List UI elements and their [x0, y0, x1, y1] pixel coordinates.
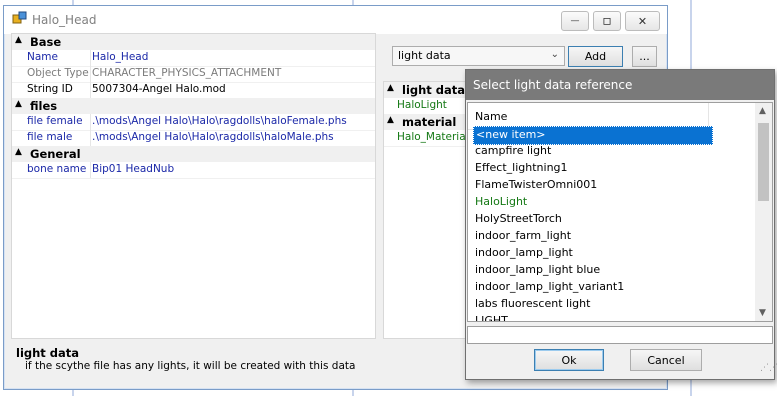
- reference-item[interactable]: Halo_Material: [397, 131, 469, 143]
- minimize-icon: —: [570, 16, 580, 26]
- description-text: if the scythe file has any lights, it wi…: [25, 360, 356, 372]
- chevron-down-icon: ⌄: [550, 49, 559, 60]
- list-item[interactable]: indoor_lamp_light_variant1: [473, 279, 711, 296]
- property-key: Object Type: [25, 66, 91, 82]
- list-item[interactable]: indoor_lamp_light: [473, 245, 711, 262]
- collapse-icon[interactable]: ▲: [387, 115, 394, 125]
- category-base[interactable]: ▲ Base: [12, 34, 375, 50]
- scroll-up-icon[interactable]: ▲: [759, 106, 766, 116]
- list-scrollbar[interactable]: ▲ ▼: [755, 103, 772, 321]
- property-key: bone name: [25, 162, 91, 178]
- reference-row[interactable]: HaloLight: [384, 98, 467, 115]
- property-key: String ID: [25, 82, 91, 98]
- scroll-down-icon[interactable]: ▼: [759, 308, 766, 318]
- property-row[interactable]: String ID 5007304-Angel Halo.mod: [12, 82, 375, 99]
- category-general[interactable]: ▲ General: [12, 146, 375, 162]
- property-value[interactable]: 5007304-Angel Halo.mod: [90, 82, 377, 98]
- description-title: light data: [16, 346, 80, 360]
- property-row[interactable]: Name Halo_Head: [12, 50, 375, 67]
- list-item[interactable]: LIGHT: [473, 313, 711, 321]
- list-item[interactable]: FlameTwisterOmni001: [473, 177, 711, 194]
- property-row[interactable]: file male .\mods\Angel Halo\Halo\ragdoll…: [12, 130, 375, 147]
- description-panel: light data if the scythe file has any li…: [11, 342, 376, 382]
- app-icon: [12, 11, 28, 27]
- property-key: Name: [25, 50, 91, 66]
- property-row[interactable]: bone name Bip01 HeadNub: [12, 162, 375, 179]
- window-title: Halo_Head: [32, 13, 97, 27]
- close-button[interactable]: ✕: [625, 11, 660, 31]
- reference-row[interactable]: Halo_Material: [384, 130, 469, 147]
- list-item[interactable]: labs fluorescent light: [473, 296, 711, 313]
- dialog-title: Select light data reference: [466, 70, 774, 100]
- list-item[interactable]: indoor_lamp_light blue: [473, 262, 711, 279]
- list-item[interactable]: campfire light: [473, 143, 711, 160]
- property-key: file female: [25, 114, 91, 130]
- property-value: CHARACTER_PHYSICS_ATTACHMENT: [92, 67, 282, 79]
- category-material[interactable]: ▲ material: [384, 114, 467, 130]
- reference-item[interactable]: HaloLight: [397, 99, 447, 111]
- property-row[interactable]: Object Type CHARACTER_PHYSICS_ATTACHMENT: [12, 66, 375, 83]
- property-value[interactable]: .\mods\Angel Halo\Halo\ragdolls\haloMale…: [90, 130, 377, 146]
- list-item[interactable]: Effect_lightning1: [473, 160, 711, 177]
- column-header-name: Name: [475, 110, 508, 123]
- restore-button[interactable]: ▫: [593, 11, 621, 31]
- scrollbar-thumb[interactable]: [758, 123, 769, 201]
- resize-grip-icon[interactable]: ⋰⋰: [760, 364, 777, 377]
- ok-button[interactable]: Ok: [534, 349, 604, 371]
- property-value[interactable]: Bip01 HeadNub: [90, 162, 377, 178]
- list-item[interactable]: HolyStreetTorch: [473, 211, 711, 228]
- reference-list[interactable]: Name <new item> campfire light Effect_li…: [467, 102, 773, 322]
- category-files[interactable]: ▲ files: [12, 98, 375, 114]
- minimize-button[interactable]: —: [561, 11, 589, 31]
- close-icon: ✕: [637, 14, 648, 28]
- restore-icon: ▫: [602, 13, 612, 29]
- search-input[interactable]: [467, 326, 773, 344]
- collapse-icon[interactable]: ▲: [387, 83, 394, 93]
- collapse-icon[interactable]: ▲: [15, 147, 22, 157]
- cancel-button[interactable]: Cancel: [630, 349, 702, 371]
- more-button[interactable]: ...: [632, 46, 657, 67]
- property-value[interactable]: Halo_Head: [90, 50, 377, 66]
- property-grid[interactable]: ▲ Base Name Halo_Head Object Type CHARAC…: [11, 33, 376, 339]
- combo-value: light data: [398, 49, 451, 62]
- property-row[interactable]: file female .\mods\Angel Halo\Halo\ragdo…: [12, 114, 375, 131]
- property-value[interactable]: .\mods\Angel Halo\Halo\ragdolls\haloFema…: [90, 114, 377, 130]
- list-item[interactable]: indoor_farm_light: [473, 228, 711, 245]
- collapse-icon[interactable]: ▲: [15, 35, 22, 45]
- add-button[interactable]: Add: [568, 46, 623, 67]
- category-light-data[interactable]: ▲ light data: [384, 82, 467, 98]
- list-item[interactable]: HaloLight: [473, 194, 711, 211]
- references-grid[interactable]: ▲ light data HaloLight ▲ material Halo_M…: [383, 81, 469, 339]
- reference-type-combo[interactable]: light data ⌄: [392, 46, 565, 66]
- property-key: file male: [25, 130, 91, 146]
- collapse-icon[interactable]: ▲: [15, 99, 22, 109]
